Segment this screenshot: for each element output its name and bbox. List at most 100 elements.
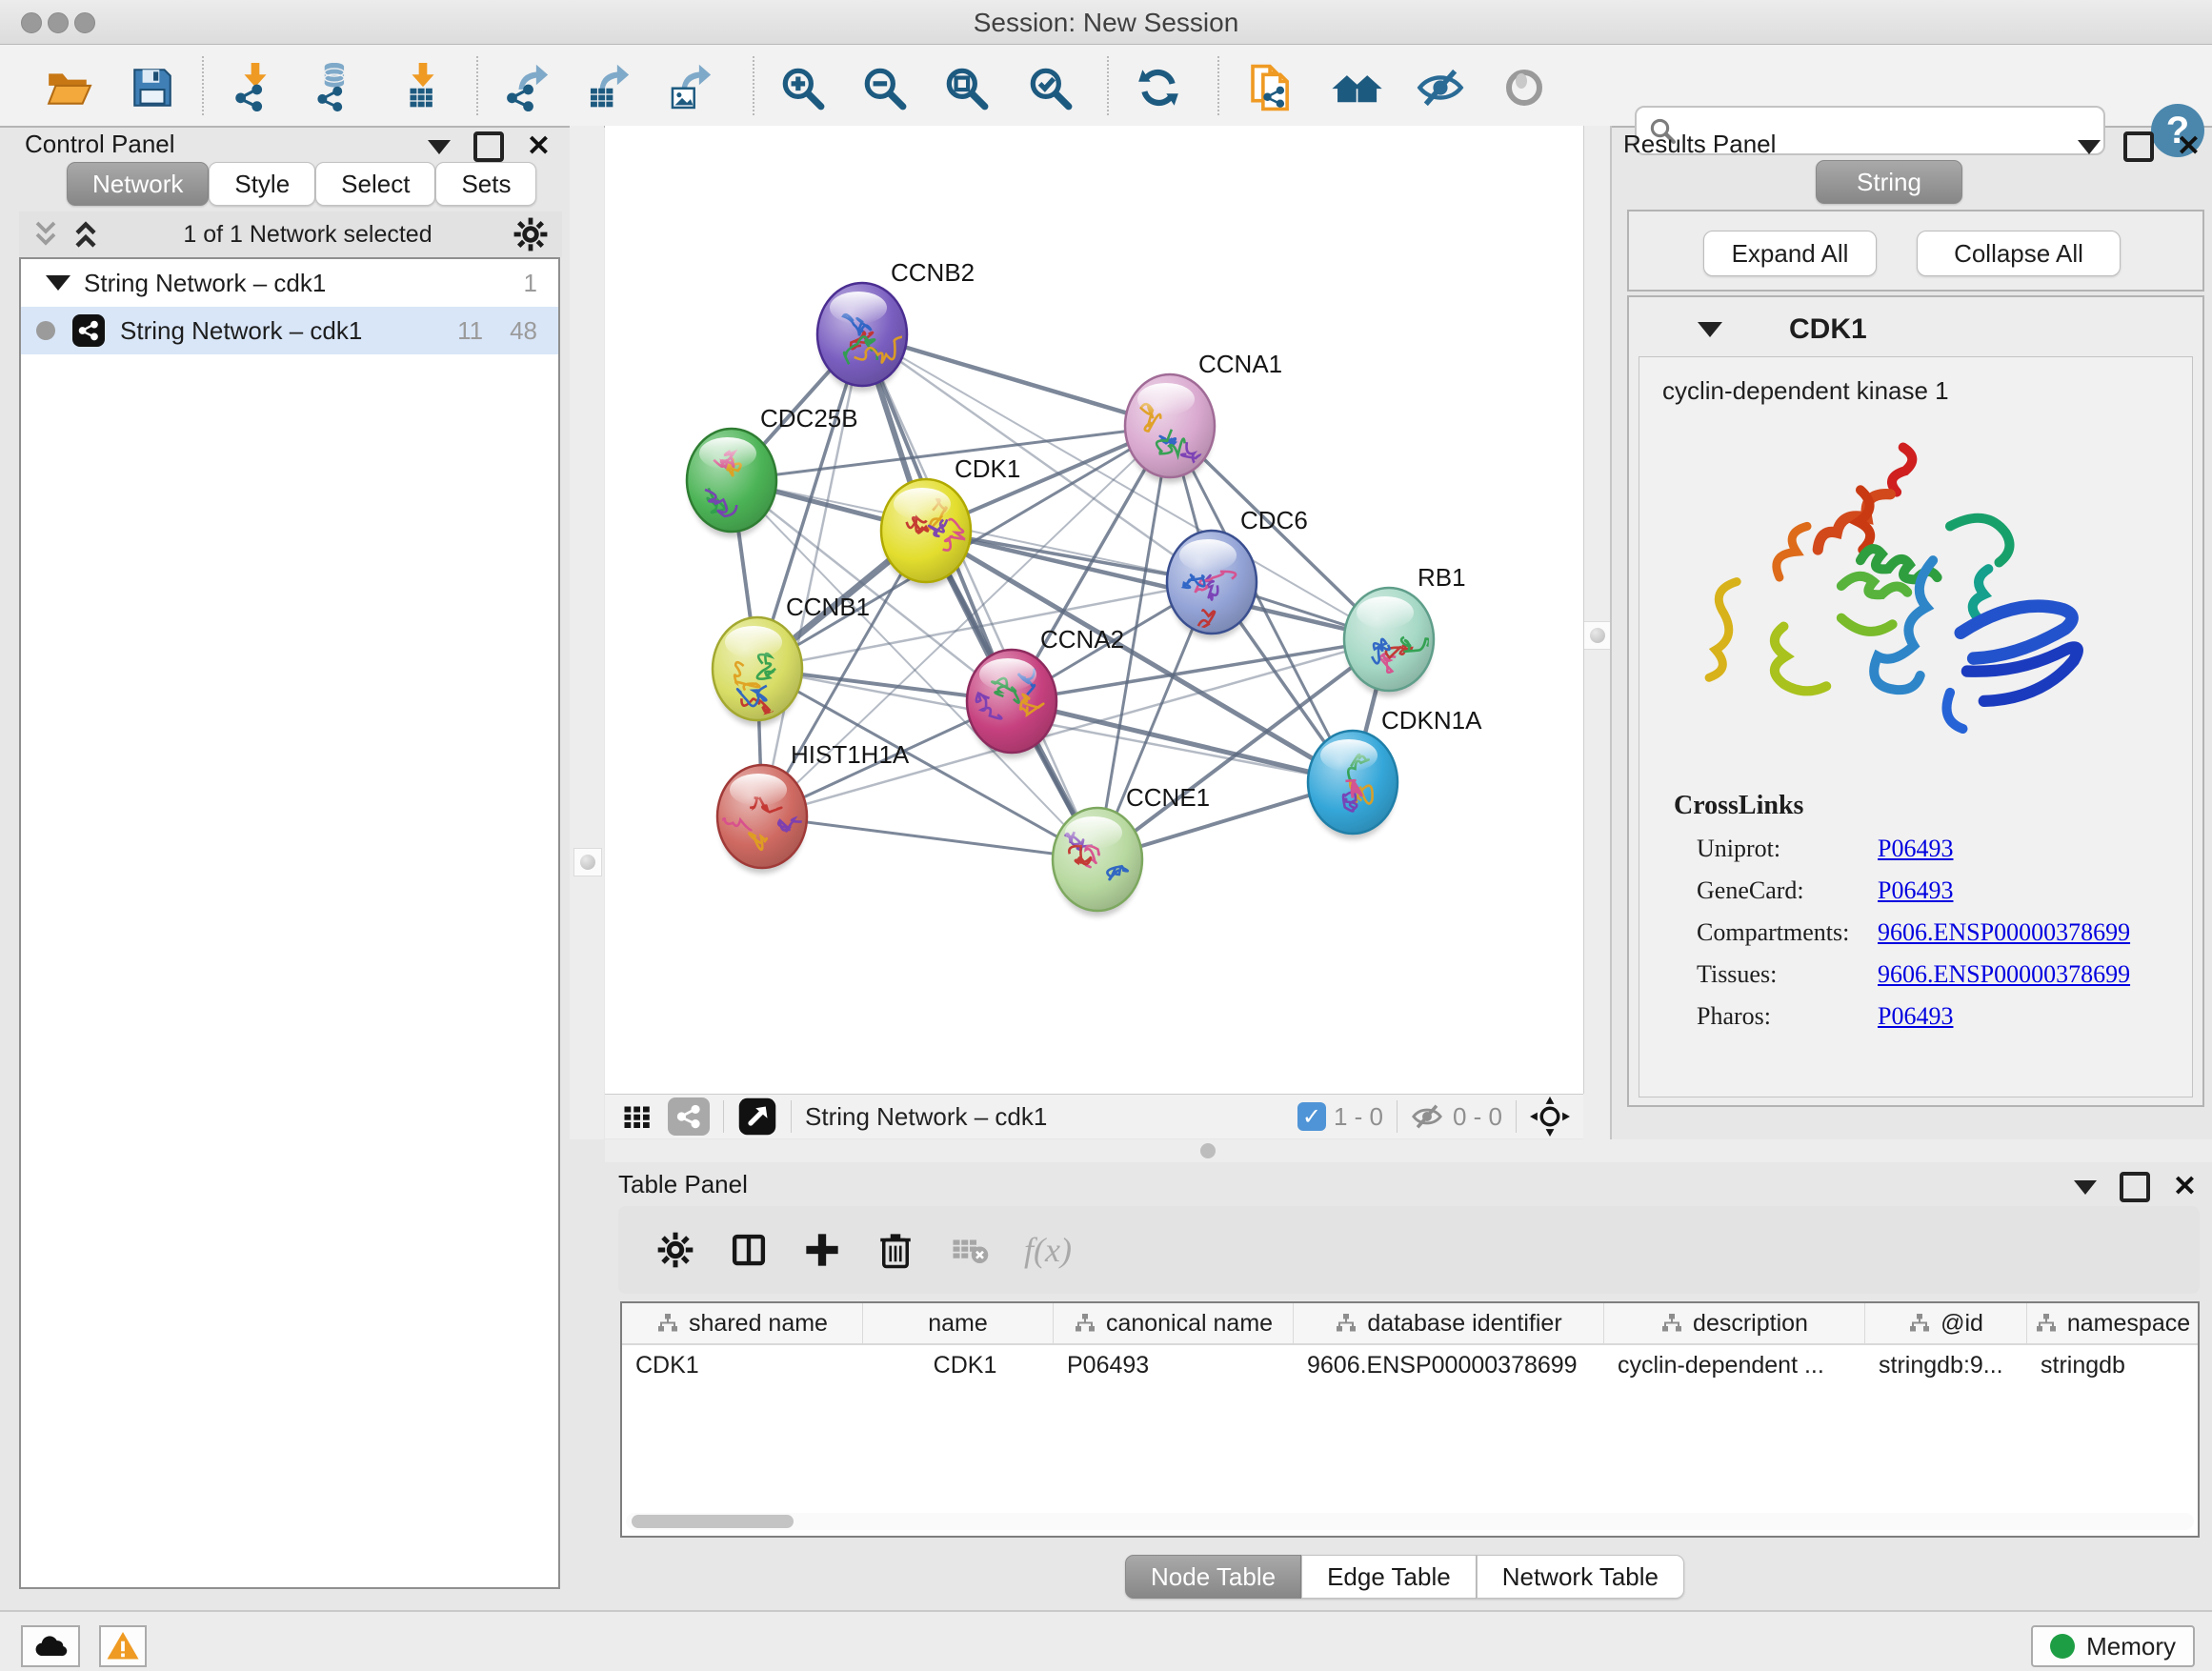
cell-canonical-name[interactable]: P06493 xyxy=(1054,1352,1294,1379)
cell-name[interactable]: CDK1 xyxy=(863,1352,1054,1379)
export-image-button[interactable] xyxy=(665,61,718,114)
crosslink-link[interactable]: 9606.ENSP00000378699 xyxy=(1878,918,2130,947)
crosslink-link[interactable]: P06493 xyxy=(1878,835,1953,863)
expand-all-button[interactable]: Expand All xyxy=(1703,231,1877,276)
crosslink-link[interactable]: P06493 xyxy=(1878,1002,1953,1031)
crosslink-label: Uniprot: xyxy=(1697,835,1878,863)
first-neighbors-button[interactable] xyxy=(1330,61,1383,114)
refresh-icon xyxy=(1135,64,1182,111)
crosslink-link[interactable]: 9606.ENSP00000378699 xyxy=(1878,960,2130,989)
tree-expander-icon[interactable] xyxy=(46,275,70,291)
save-session-button[interactable] xyxy=(126,61,179,114)
tab-network-table[interactable]: Network Table xyxy=(1477,1555,1684,1599)
network-view-canvas[interactable]: CCNB2CCNA1CDC25BCDK1CDC6RB1CCNB1CCNA2CDK… xyxy=(605,126,1584,1094)
table-horizontal-scrollbar[interactable] xyxy=(626,1513,2194,1530)
panel-close-icon[interactable]: ✕ xyxy=(527,135,551,158)
network-status-dot xyxy=(36,321,55,340)
panel-float-icon[interactable] xyxy=(473,131,504,162)
selected-checkbox-icon[interactable]: ✓ xyxy=(1297,1102,1326,1131)
column-header: name xyxy=(863,1303,1054,1343)
gene-header[interactable]: CDK1 xyxy=(1644,307,2187,352)
network-collection-row[interactable]: String Network – cdk1 1 xyxy=(21,259,558,307)
cell-namespace[interactable]: stringdb xyxy=(2027,1352,2198,1379)
select-columns-icon[interactable] xyxy=(729,1230,769,1270)
node-table[interactable]: shared name name canonical name database… xyxy=(620,1301,2200,1538)
warnings-button[interactable] xyxy=(99,1625,147,1667)
column-type-icon xyxy=(656,1312,679,1335)
houses-icon xyxy=(1331,62,1382,113)
collapse-all-icon[interactable] xyxy=(29,217,63,252)
column-header: @id xyxy=(1865,1303,2027,1343)
hidden-eye-icon[interactable] xyxy=(1411,1100,1443,1133)
panel-close-icon[interactable]: ✕ xyxy=(2177,135,2201,158)
add-column-icon[interactable] xyxy=(803,1231,841,1269)
network-row-selected[interactable]: String Network – cdk1 11 48 xyxy=(21,307,558,354)
table-tabs: Node Table Edge Table Network Table xyxy=(1125,1555,1684,1599)
column-header: canonical name xyxy=(1054,1303,1294,1343)
expand-all-icon[interactable] xyxy=(69,217,103,252)
tab-string[interactable]: String xyxy=(1816,160,1962,204)
left-splitter[interactable] xyxy=(570,126,604,1139)
right-splitter-handle[interactable] xyxy=(1583,621,1612,650)
left-splitter-handle[interactable] xyxy=(573,848,602,876)
tab-sets[interactable]: Sets xyxy=(435,162,536,206)
panel-float-icon[interactable] xyxy=(2120,1172,2150,1202)
cell-id[interactable]: stringdb:9... xyxy=(1865,1352,2027,1379)
copy-network-button[interactable] xyxy=(1242,61,1296,114)
save-floppy-icon xyxy=(129,64,176,111)
table-panel: Table Panel ✕ f(x) shared name name cano… xyxy=(605,1162,2212,1608)
network-canvas-svg: CCNB2CCNA1CDC25BCDK1CDC6RB1CCNB1CCNA2CDK… xyxy=(605,126,1583,1094)
crosslink-row: Uniprot: P06493 xyxy=(1697,835,2192,863)
horizontal-splitter[interactable] xyxy=(605,1139,2212,1162)
network-share-chip[interactable] xyxy=(668,1097,710,1136)
network-edge-count: 48 xyxy=(510,316,537,346)
memory-button[interactable]: Memory xyxy=(2031,1625,2195,1667)
tab-node-table[interactable]: Node Table xyxy=(1125,1555,1301,1599)
panel-menu-icon[interactable] xyxy=(2078,140,2101,154)
tab-style[interactable]: Style xyxy=(209,162,315,206)
delete-column-trash-icon[interactable] xyxy=(875,1230,915,1270)
hide-selected-button[interactable] xyxy=(1414,61,1467,114)
table-row[interactable]: CDK1 CDK1 P06493 9606.ENSP00000378699 cy… xyxy=(622,1345,2198,1385)
network-type-icon xyxy=(72,314,105,347)
export-network-button[interactable] xyxy=(502,61,555,114)
import-network-from-file-button[interactable] xyxy=(229,61,282,114)
crosslink-row: GeneCard: P06493 xyxy=(1697,876,2192,905)
crosslink-link[interactable]: P06493 xyxy=(1878,876,1953,905)
birds-eye-view-icon[interactable] xyxy=(620,1099,654,1134)
cell-description[interactable]: cyclin-dependent ... xyxy=(1604,1352,1865,1379)
open-session-button[interactable] xyxy=(42,61,95,114)
cell-shared-name[interactable]: CDK1 xyxy=(622,1352,863,1379)
panel-menu-icon[interactable] xyxy=(428,140,451,154)
open-in-window-icon[interactable] xyxy=(737,1097,777,1137)
right-splitter[interactable] xyxy=(1583,126,1610,1139)
panel-float-icon[interactable] xyxy=(2123,131,2154,162)
tab-network[interactable]: Network xyxy=(67,162,209,206)
export-table-button[interactable] xyxy=(583,61,636,114)
cloud-status-button[interactable] xyxy=(21,1625,80,1667)
collapse-all-button[interactable]: Collapse All xyxy=(1917,231,2121,276)
network-options-gear-icon[interactable] xyxy=(513,216,549,252)
import-table-from-file-button[interactable] xyxy=(396,61,450,114)
zoom-selected-button[interactable] xyxy=(1023,61,1076,114)
zoom-out-button[interactable] xyxy=(857,61,911,114)
tab-edge-table[interactable]: Edge Table xyxy=(1301,1555,1477,1599)
cell-database-identifier[interactable]: 9606.ENSP00000378699 xyxy=(1294,1352,1604,1379)
table-options-gear-icon[interactable] xyxy=(656,1231,694,1269)
import-network-from-database-button[interactable] xyxy=(309,61,362,114)
crosslink-row: Tissues: 9606.ENSP00000378699 xyxy=(1697,960,2192,989)
svg-text:CCNB2: CCNB2 xyxy=(891,258,975,287)
panel-close-icon[interactable]: ✕ xyxy=(2173,1176,2197,1198)
zoom-fit-button[interactable] xyxy=(939,61,993,114)
horizontal-splitter-handle[interactable] xyxy=(1200,1143,1216,1158)
column-header: database identifier xyxy=(1294,1303,1604,1343)
tab-select[interactable]: Select xyxy=(315,162,435,206)
gene-collapse-icon[interactable] xyxy=(1698,322,1722,337)
scrollbar-thumb[interactable] xyxy=(632,1515,794,1528)
fit-content-crosshair-icon[interactable] xyxy=(1530,1097,1570,1137)
zoom-in-button[interactable] xyxy=(775,61,829,114)
refresh-view-button[interactable] xyxy=(1132,61,1185,114)
control-panel-tabs: Network Style Select Sets xyxy=(67,162,536,206)
show-graphics-details-button[interactable] xyxy=(1498,61,1551,114)
panel-menu-icon[interactable] xyxy=(2074,1180,2097,1195)
